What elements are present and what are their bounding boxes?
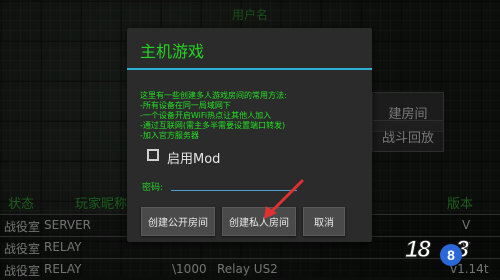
title-divider xyxy=(127,68,372,70)
description-line: -所有设备在同一局域网下 xyxy=(140,101,231,110)
create-private-room-button[interactable]: 创建私人房间 xyxy=(222,207,296,236)
cancel-label: 取消 xyxy=(314,218,334,229)
create-private-room-label: 创建私人房间 xyxy=(229,218,289,229)
enable-mod-label[interactable]: 启用Mod xyxy=(167,148,220,167)
watermark-logo: 18 3 8 xyxy=(403,233,498,273)
cancel-button[interactable]: 取消 xyxy=(303,207,345,236)
description-line: -通过互联网(需主多半需要设置端口转发) xyxy=(140,121,286,130)
description-line: 这里有一些创建多人游戏房间的常用方法: xyxy=(140,91,287,100)
watermark-circle: 8 xyxy=(440,244,462,266)
dialog-title: 主机游戏 xyxy=(140,42,205,61)
password-label: 密码: xyxy=(142,183,164,193)
description-line: -加入官方服务器 xyxy=(140,131,199,140)
password-input[interactable] xyxy=(171,178,297,191)
create-public-room-button[interactable]: 创建公开房间 xyxy=(141,207,215,236)
description-line: -一个设备开启WiFi热点让其他人加入 xyxy=(140,111,272,120)
host-game-dialog: 主机游戏 这里有一些创建多人游戏房间的常用方法: -所有设备在同一局域网下 -一… xyxy=(127,28,372,242)
enable-mod-checkbox[interactable] xyxy=(147,149,159,161)
dialog-description: 这里有一些创建多人游戏房间的常用方法: -所有设备在同一局域网下 -一个设备开启… xyxy=(140,91,365,141)
create-public-room-label: 创建公开房间 xyxy=(148,218,208,229)
